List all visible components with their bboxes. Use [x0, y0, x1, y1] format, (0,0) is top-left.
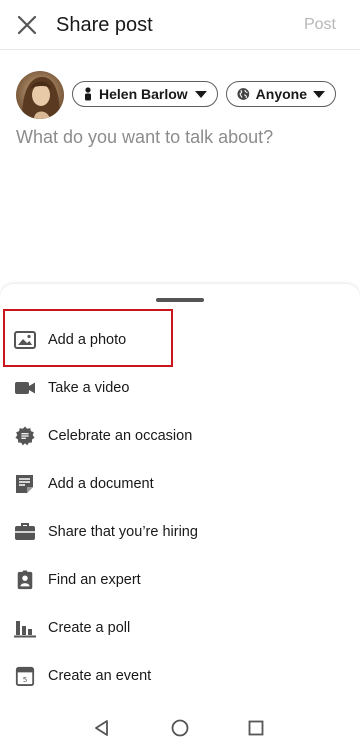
option-take-video[interactable]: Take a video — [0, 364, 360, 412]
option-label: Add a document — [48, 476, 154, 492]
system-nav-bar — [0, 704, 360, 752]
author-selector[interactable]: Helen Barlow — [72, 81, 218, 107]
option-label: Celebrate an occasion — [48, 428, 193, 444]
caret-down-icon — [195, 90, 207, 98]
visibility-label: Anyone — [255, 86, 307, 102]
author-name: Helen Barlow — [99, 86, 188, 102]
highlight-box — [3, 309, 173, 367]
drag-handle[interactable] — [156, 298, 204, 302]
option-share-hiring[interactable]: Share that you’re hiring — [0, 508, 360, 556]
option-label: Create an event — [48, 668, 152, 684]
recents-square-icon[interactable] — [246, 718, 266, 738]
avatar[interactable] — [16, 71, 64, 119]
option-label: Take a video — [48, 380, 130, 396]
celebrate-badge-icon — [15, 426, 35, 446]
expert-id-icon — [17, 570, 33, 590]
post-text-input[interactable]: What do you want to talk about? — [16, 127, 273, 148]
caret-down-icon — [313, 90, 325, 98]
add-content-sheet: Add a photo Take a video Celebrate an oc… — [0, 284, 360, 704]
document-icon — [16, 475, 33, 493]
visibility-selector[interactable]: Anyone — [226, 81, 336, 107]
option-find-expert[interactable]: Find an expert — [0, 556, 360, 604]
option-label: Find an expert — [48, 572, 141, 588]
briefcase-icon — [15, 523, 35, 540]
post-button[interactable]: Post — [304, 16, 336, 34]
option-label: Share that you’re hiring — [48, 524, 198, 540]
option-create-poll[interactable]: Create a poll — [0, 604, 360, 652]
video-camera-icon — [15, 382, 35, 394]
back-triangle-icon[interactable] — [92, 718, 112, 738]
option-add-document[interactable]: Add a document — [0, 460, 360, 508]
option-label: Create a poll — [48, 620, 131, 636]
globe-icon — [237, 88, 250, 100]
svg-text:5: 5 — [23, 675, 28, 684]
option-celebrate-occasion[interactable]: Celebrate an occasion — [0, 412, 360, 460]
option-create-event[interactable]: 5 Create an event — [0, 652, 360, 700]
close-icon[interactable] — [16, 14, 38, 36]
app-header: Share post Post — [0, 0, 360, 50]
calendar-icon: 5 — [15, 666, 35, 686]
home-circle-icon[interactable] — [170, 718, 190, 738]
person-icon — [85, 87, 91, 101]
page-title: Share post — [56, 14, 153, 36]
poll-chart-icon — [14, 621, 36, 638]
